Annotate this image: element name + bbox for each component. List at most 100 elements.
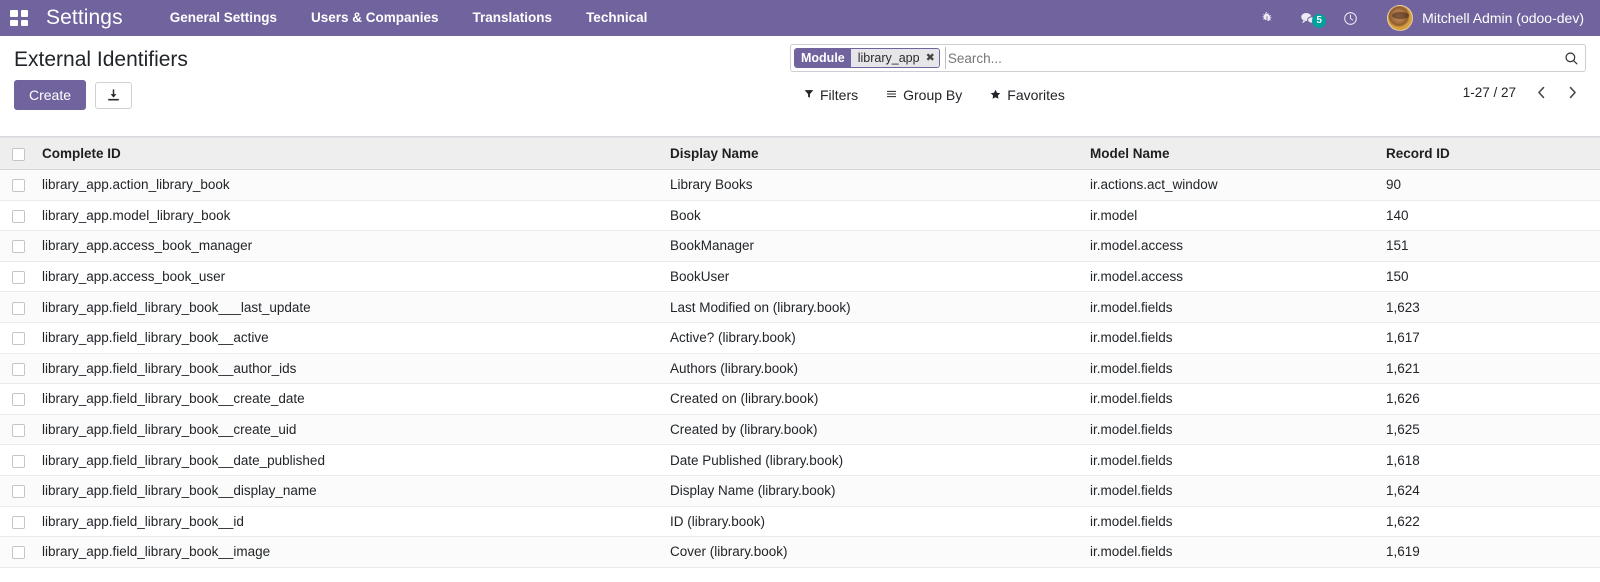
user-name-label: Mitchell Admin (odoo-dev)	[1422, 10, 1584, 26]
table-row[interactable]: library_app.model_library_book Book ir.mod…	[0, 200, 1600, 232]
row-checkbox[interactable]	[12, 454, 25, 468]
chevron-right-icon[interactable]	[1559, 86, 1586, 99]
cell-model-name: ir.model.access	[1082, 261, 1378, 293]
cell-model-name: ir.model.fields	[1082, 353, 1378, 385]
row-select-cell	[0, 322, 34, 354]
search-block: Module library_app ✖	[790, 44, 1586, 72]
cell-record-id: 140	[1378, 200, 1600, 232]
column-header-model-name[interactable]: Model Name	[1082, 137, 1378, 170]
row-checkbox[interactable]	[12, 179, 25, 193]
favorites-dropdown[interactable]: Favorites	[976, 83, 1079, 107]
row-checkbox[interactable]	[12, 240, 25, 254]
row-checkbox[interactable]	[12, 209, 25, 223]
search-input[interactable]	[944, 47, 1558, 69]
row-select-cell	[0, 444, 34, 476]
import-download-icon[interactable]	[95, 81, 133, 109]
table-row[interactable]: library_app.field_library_book__create_d…	[0, 383, 1600, 415]
menu-item-general-settings[interactable]: General Settings	[153, 0, 294, 36]
cell-display-name: Last Modified on (library.book)	[662, 291, 1082, 323]
cell-display-name: ID (library.book)	[662, 506, 1082, 538]
cell-complete-id: library_app.field_library_book___last_up…	[34, 291, 662, 323]
column-header-display-name[interactable]: Display Name	[662, 137, 1082, 170]
external-identifiers-table: Complete ID Display Name Model Name Reco…	[0, 137, 1600, 568]
close-icon[interactable]: ✖	[926, 52, 935, 64]
row-checkbox[interactable]	[12, 546, 25, 560]
row-select-cell	[0, 536, 34, 568]
table-row[interactable]: library_app.field_library_book__date_pub…	[0, 444, 1600, 476]
star-icon	[990, 89, 1001, 102]
search-facet-module[interactable]: Module library_app ✖	[794, 48, 940, 68]
cell-record-id: 1,624	[1378, 475, 1600, 507]
menu-item-translations[interactable]: Translations	[456, 0, 570, 36]
select-all-checkbox[interactable]	[12, 147, 25, 161]
row-checkbox[interactable]	[12, 393, 25, 407]
chevron-left-icon[interactable]	[1528, 86, 1555, 99]
row-checkbox[interactable]	[12, 301, 25, 315]
facet-value-text: library_app	[857, 51, 920, 65]
column-header-complete-id[interactable]: Complete ID	[34, 137, 662, 170]
row-select-cell	[0, 169, 34, 201]
cell-display-name: Display Name (library.book)	[662, 475, 1082, 507]
cell-display-name: Created by (library.book)	[662, 414, 1082, 446]
messages-badge: 5	[1312, 13, 1327, 28]
cell-model-name: ir.model	[1082, 200, 1378, 232]
table-row[interactable]: library_app.field_library_book__author_i…	[0, 353, 1600, 385]
menu-item-technical[interactable]: Technical	[569, 0, 664, 36]
cell-complete-id: library_app.access_book_user	[34, 261, 662, 293]
table-row[interactable]: library_app.field_library_book__active Ac…	[0, 322, 1600, 354]
filter-funnel-icon	[804, 89, 814, 101]
list-view: Complete ID Display Name Model Name Reco…	[0, 137, 1600, 568]
hamburger-lines-icon	[886, 89, 897, 101]
cell-record-id: 1,621	[1378, 353, 1600, 385]
table-row[interactable]: library_app.field_library_book__id ID (li…	[0, 506, 1600, 538]
groupby-dropdown[interactable]: Group By	[872, 83, 976, 107]
cell-record-id: 1,626	[1378, 383, 1600, 415]
row-checkbox[interactable]	[12, 362, 25, 376]
column-header-record-id[interactable]: Record ID	[1378, 137, 1600, 170]
table-head: Complete ID Display Name Model Name Reco…	[0, 137, 1600, 170]
activity-clock-icon[interactable]	[1330, 11, 1371, 26]
apps-grid-square	[10, 19, 18, 26]
table-row[interactable]: library_app.field_library_book__display_…	[0, 475, 1600, 507]
table-row[interactable]: library_app.field_library_book___last_up…	[0, 291, 1600, 323]
table-row[interactable]: library_app.field_library_book__create_u…	[0, 414, 1600, 446]
cell-display-name: Library Books	[662, 169, 1082, 201]
cell-model-name: ir.actions.act_window	[1082, 169, 1378, 201]
cell-complete-id: library_app.field_library_book__image	[34, 536, 662, 568]
apps-grid-icon[interactable]	[6, 5, 32, 31]
table-body: library_app.action_library_book Library B…	[0, 169, 1600, 568]
table-row[interactable]: library_app.access_book_manager BookManag…	[0, 230, 1600, 262]
table-row[interactable]: library_app.field_library_book__image Cov…	[0, 536, 1600, 568]
cell-complete-id: library_app.field_library_book__id	[34, 506, 662, 538]
row-checkbox[interactable]	[12, 332, 25, 346]
row-checkbox[interactable]	[12, 271, 25, 285]
top-navbar: Settings General Settings Users & Compan…	[0, 0, 1600, 36]
cell-model-name: ir.model.fields	[1082, 536, 1378, 568]
cell-complete-id: library_app.field_library_book__display_…	[34, 475, 662, 507]
cell-display-name: Book	[662, 200, 1082, 232]
cell-complete-id: library_app.field_library_book__active	[34, 322, 662, 354]
table-row[interactable]: library_app.access_book_user BookUser ir.m…	[0, 261, 1600, 293]
row-select-cell	[0, 261, 34, 293]
row-checkbox[interactable]	[12, 515, 25, 529]
cell-model-name: ir.model.fields	[1082, 444, 1378, 476]
row-checkbox[interactable]	[12, 485, 25, 499]
search-view[interactable]: Module library_app ✖	[790, 44, 1586, 72]
table-row[interactable]: library_app.action_library_book Library B…	[0, 169, 1600, 201]
cell-complete-id: library_app.action_library_book	[34, 169, 662, 201]
control-panel: External Identifiers Create Module libra…	[0, 36, 1600, 137]
cell-model-name: ir.model.fields	[1082, 506, 1378, 538]
filters-label: Filters	[820, 87, 859, 103]
app-brand-title[interactable]: Settings	[46, 6, 123, 30]
user-menu[interactable]: Mitchell Admin (odoo-dev)	[1371, 5, 1586, 31]
select-all-header	[0, 137, 34, 170]
create-button[interactable]: Create	[14, 80, 87, 111]
bug-icon[interactable]	[1247, 11, 1287, 25]
cell-record-id: 1,618	[1378, 444, 1600, 476]
menu-item-users-companies[interactable]: Users & Companies	[294, 0, 456, 36]
search-icon[interactable]	[1558, 51, 1579, 66]
cell-model-name: ir.model.fields	[1082, 475, 1378, 507]
messages-icon[interactable]: 5	[1287, 11, 1330, 28]
filters-dropdown[interactable]: Filters	[790, 83, 872, 107]
row-checkbox[interactable]	[12, 423, 25, 437]
